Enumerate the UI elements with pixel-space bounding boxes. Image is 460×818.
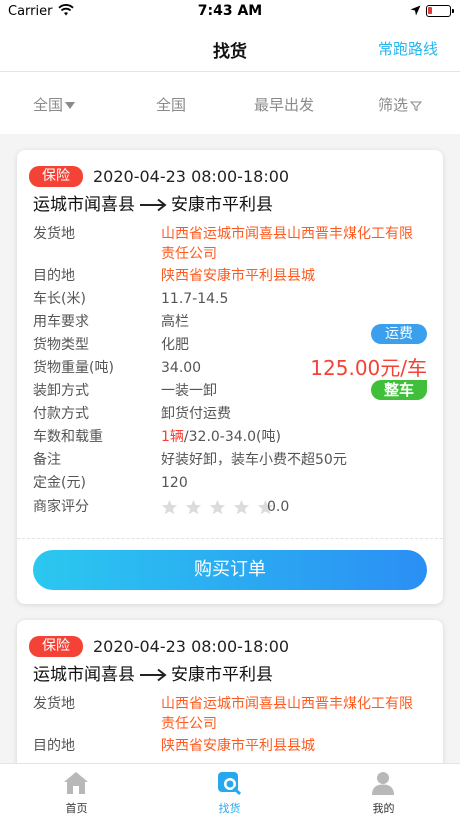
filter-button-label: 筛选 xyxy=(378,96,409,114)
load-range: /32.0-34.0(吨) xyxy=(183,429,281,445)
destination-value: 陕西省安康市平利县县城 xyxy=(161,738,315,754)
payment-value: 卸货付运费 xyxy=(161,406,231,422)
filter-origin-label: 全国 xyxy=(33,96,64,114)
status-bar: Carrier 7:43 AM xyxy=(0,0,460,24)
tab-bar: 首页 找货 我的 xyxy=(0,763,460,818)
origin-value: 山西省运城市闻喜县山西晋丰煤化工有限责任公司 xyxy=(161,226,413,262)
buy-order-button[interactable]: 购买订单 xyxy=(33,550,427,590)
tab-find-goods-label: 找货 xyxy=(218,802,241,815)
time-window: 2020-04-23 08:00-18:00 xyxy=(93,167,290,186)
location-arrow-icon xyxy=(410,5,421,16)
destination-label: 目的地 xyxy=(33,268,75,284)
route: 运城市闻喜县 安康市平利县 xyxy=(33,664,273,686)
vehicle-req-value: 高栏 xyxy=(161,314,189,330)
cargo-type-label: 货物类型 xyxy=(33,337,89,353)
battery-icon xyxy=(426,5,454,17)
price: 125.00元/车 xyxy=(310,356,427,380)
remark-label: 备注 xyxy=(33,452,61,468)
origin-value: 山西省运城市闻喜县山西晋丰煤化工有限责任公司 xyxy=(161,696,413,732)
filter-earliest-label: 最早出发 xyxy=(254,96,315,114)
star-icon xyxy=(233,499,250,515)
route: 运城市闻喜县 安康市平利县 xyxy=(33,194,273,216)
star-icon xyxy=(161,499,178,515)
route-to: 安康市平利县 xyxy=(171,195,273,215)
loading-label: 装卸方式 xyxy=(33,383,89,399)
tab-profile[interactable]: 我的 xyxy=(307,764,460,818)
weight-label: 货物重量(吨) xyxy=(33,360,114,376)
length-value: 11.7-14.5 xyxy=(161,291,229,307)
goods-list: 保险 2020-04-23 08:00-18:00 运城市闻喜县 安康市平利县 发… xyxy=(0,134,460,763)
route-from: 运城市闻喜县 xyxy=(33,665,135,685)
cargo-type-value: 化肥 xyxy=(161,337,189,353)
payment-label: 付款方式 xyxy=(33,406,89,422)
star-icon xyxy=(209,499,226,515)
freight-tag: 运费 xyxy=(371,324,427,344)
insurance-badge: 保险 xyxy=(29,166,83,187)
dropdown-triangle-icon xyxy=(65,102,76,109)
rating-score: 0.0 xyxy=(267,499,290,515)
profile-icon xyxy=(372,772,394,795)
card-divider xyxy=(17,538,443,539)
filter-bar: 全国 全国 最早出发 筛选 xyxy=(0,72,460,134)
length-label: 车长(米) xyxy=(33,291,86,307)
star-icon xyxy=(185,499,202,515)
origin-label: 发货地 xyxy=(33,226,75,242)
arrow-right-icon xyxy=(140,198,167,212)
weight-value: 34.00 xyxy=(161,360,202,376)
deposit-value: 120 xyxy=(161,475,188,491)
filter-destination[interactable]: 全国 xyxy=(156,94,186,115)
destination-value: 陕西省安康市平利县县城 xyxy=(161,268,315,284)
goods-card[interactable]: 保险 2020-04-23 08:00-18:00 运城市闻喜县 安康市平利县 发… xyxy=(17,150,443,604)
vehicles-load-label: 车数和载重 xyxy=(33,429,103,445)
time-window: 2020-04-23 08:00-18:00 xyxy=(93,637,290,656)
arrow-right-icon xyxy=(140,668,167,682)
filter-origin-dropdown[interactable]: 全国 xyxy=(33,94,76,115)
vehicle-req-label: 用车要求 xyxy=(33,314,89,330)
clock: 7:43 AM xyxy=(197,3,263,19)
origin-label: 发货地 xyxy=(33,696,75,712)
route-from: 运城市闻喜县 xyxy=(33,195,135,215)
filter-destination-label: 全国 xyxy=(156,96,187,114)
destination-label: 目的地 xyxy=(33,738,75,754)
origin-row: 发货地 山西省运城市闻喜县山西晋丰煤化工有限责任公司 xyxy=(33,224,433,264)
vehicles-load-value: 1辆/32.0-34.0(吨) xyxy=(161,427,281,447)
home-icon xyxy=(64,772,88,794)
loading-value: 一装一卸 xyxy=(161,383,217,399)
tab-home-label: 首页 xyxy=(65,802,88,815)
vehicle-count: 1辆 xyxy=(161,429,184,445)
goods-card[interactable]: 保险 2020-04-23 08:00-18:00 运城市闻喜县 安康市平利县 发… xyxy=(17,620,443,763)
nav-bar: 找货 常跑路线 xyxy=(0,24,460,72)
rating-stars xyxy=(161,499,281,522)
filter-button[interactable]: 筛选 xyxy=(378,94,423,115)
frequent-routes-link[interactable]: 常跑路线 xyxy=(378,38,438,59)
deposit-label: 定金(元) xyxy=(33,475,86,491)
remark-value: 好装好卸，装车小费不超50元 xyxy=(161,452,347,468)
find-goods-icon xyxy=(218,772,242,796)
full-truck-tag: 整车 xyxy=(371,380,427,400)
filter-icon xyxy=(410,101,423,111)
tab-home[interactable]: 首页 xyxy=(0,764,153,818)
tab-find-goods[interactable]: 找货 xyxy=(153,764,306,818)
insurance-badge: 保险 xyxy=(29,636,83,657)
route-to: 安康市平利县 xyxy=(171,665,273,685)
tab-profile-label: 我的 xyxy=(372,802,395,815)
filter-earliest-departure[interactable]: 最早出发 xyxy=(254,94,314,115)
origin-row: 发货地 山西省运城市闻喜县山西晋丰煤化工有限责任公司 xyxy=(33,694,433,734)
rating-label: 商家评分 xyxy=(33,499,89,515)
